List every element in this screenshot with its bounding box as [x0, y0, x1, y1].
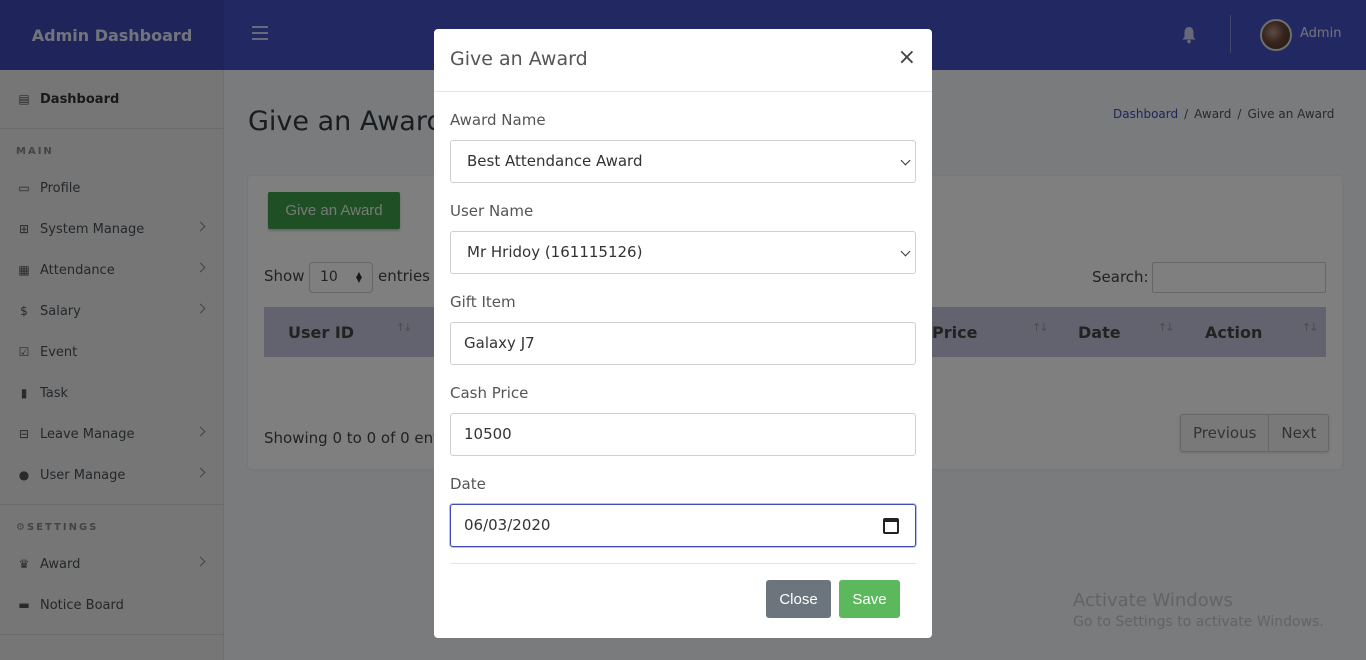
cash-price-label: Cash Price: [450, 384, 529, 402]
date-value: 06/03/2020: [464, 516, 551, 534]
gift-item-label: Gift Item: [450, 293, 516, 311]
save-button[interactable]: Save: [839, 580, 900, 618]
divider: [450, 563, 916, 564]
give-award-modal: Give an Award × Award Name Best Attendan…: [434, 29, 932, 638]
user-name-label: User Name: [450, 202, 534, 220]
close-button[interactable]: Close: [766, 580, 831, 618]
close-icon[interactable]: ×: [898, 47, 916, 69]
user-name-value: Mr Hridoy (161115126): [467, 243, 643, 261]
user-name-select[interactable]: Mr Hridoy (161115126): [450, 231, 916, 274]
cash-price-value: 10500: [464, 425, 512, 443]
date-label: Date: [450, 475, 486, 493]
chevron-down-icon: [900, 246, 911, 257]
award-name-value: Best Attendance Award: [467, 152, 643, 170]
gift-item-input[interactable]: Galaxy J7: [450, 322, 916, 365]
divider: [434, 91, 932, 92]
award-name-select[interactable]: Best Attendance Award: [450, 140, 916, 183]
modal-title: Give an Award: [450, 48, 588, 70]
chevron-down-icon: [900, 155, 911, 166]
award-name-label: Award Name: [450, 111, 546, 129]
calendar-icon[interactable]: [883, 518, 899, 534]
date-input[interactable]: 06/03/2020: [450, 504, 916, 547]
cash-price-input[interactable]: 10500: [450, 413, 916, 456]
gift-item-value: Galaxy J7: [464, 334, 535, 352]
